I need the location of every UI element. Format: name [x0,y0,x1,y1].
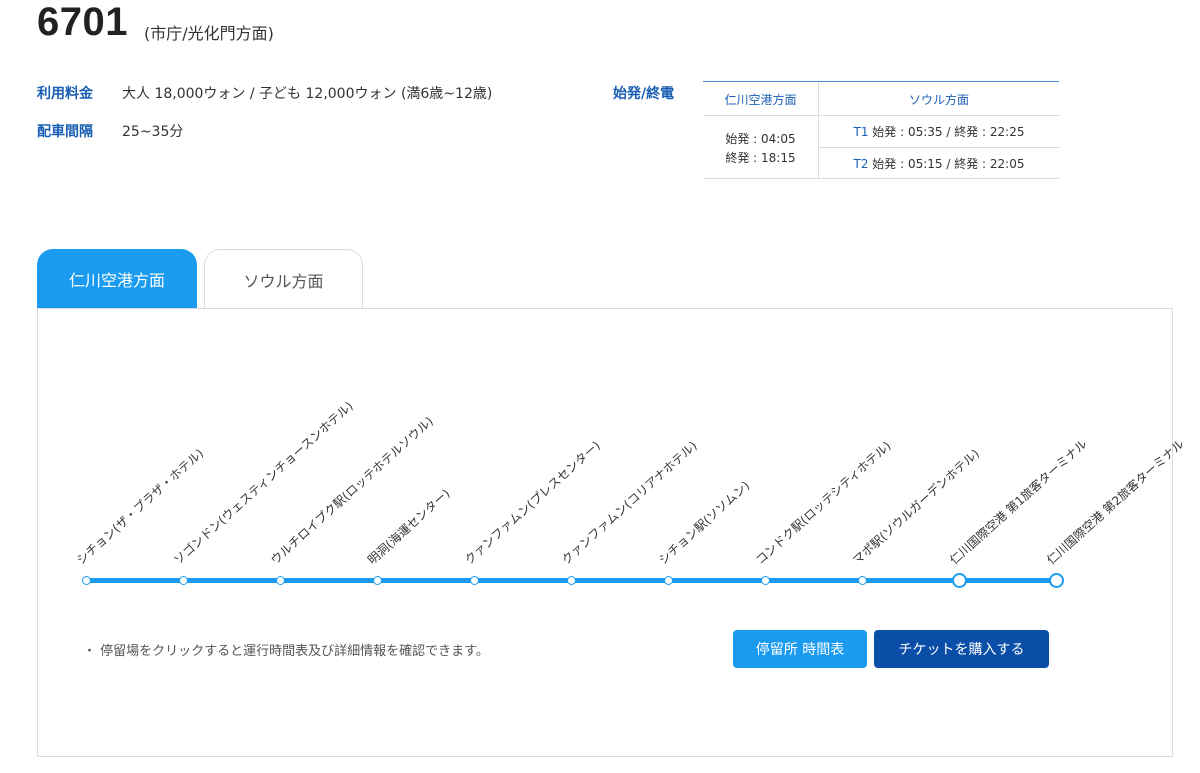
route-note: ・ 停留場をクリックすると運行時間表及び詳細情報を確認できます。 [83,644,489,659]
incheon-first: 始発 : 04:05 [725,132,796,146]
col-header-seoul: ソウル方面 [908,93,969,107]
stop-timetable-button[interactable]: 停留所 時間表 [733,630,867,668]
t1-tag: T1 [853,125,869,139]
first-last-table: 仁川空港方面 ソウル方面 始発 : 04:05 終発 : 18:15 T1 始発… [703,81,1059,179]
stop-marker[interactable] [81,576,91,585]
buy-ticket-button[interactable]: チケットを購入する [874,630,1049,668]
stop-marker[interactable] [1048,573,1064,588]
tab-seoul[interactable]: ソウル方面 [204,249,363,309]
stop-marker[interactable] [178,576,188,585]
col-header-incheon: 仁川空港方面 [724,93,797,107]
t2-times-row: T2 始発 : 05:15 / 終発 : 22:05 [819,155,1059,172]
stop-marker[interactable] [951,573,967,588]
stop-marker[interactable] [566,576,576,585]
t2-times: 始発 : 05:15 / 終発 : 22:05 [868,157,1025,171]
t1-times: 始発 : 05:35 / 終発 : 22:25 [868,125,1025,139]
stop-marker[interactable] [469,576,479,585]
stop-marker[interactable] [372,576,382,585]
stop-marker[interactable] [760,576,770,585]
incheon-last: 終発 : 18:15 [725,151,796,165]
stop-marker[interactable] [857,576,867,585]
interval-value: 25~35分 [122,124,184,140]
fare-value: 大人 18,000ウォン / 子ども 12,000ウォン (満6歳~12歳) [122,86,493,102]
route-number: 6701 [37,0,128,44]
interval-label: 配車間隔 [37,124,93,140]
t2-tag: T2 [853,157,869,171]
route-direction: (市庁/光化門方面) [144,24,274,43]
stop-marker[interactable] [275,576,285,585]
tab-incheon-airport[interactable]: 仁川空港方面 [37,249,197,309]
first-last-label: 始発/終電 [613,86,675,102]
stop-marker[interactable] [663,576,673,585]
fare-label: 利用料金 [37,86,93,102]
t1-times-row: T1 始発 : 05:35 / 終発 : 22:25 [819,123,1059,140]
